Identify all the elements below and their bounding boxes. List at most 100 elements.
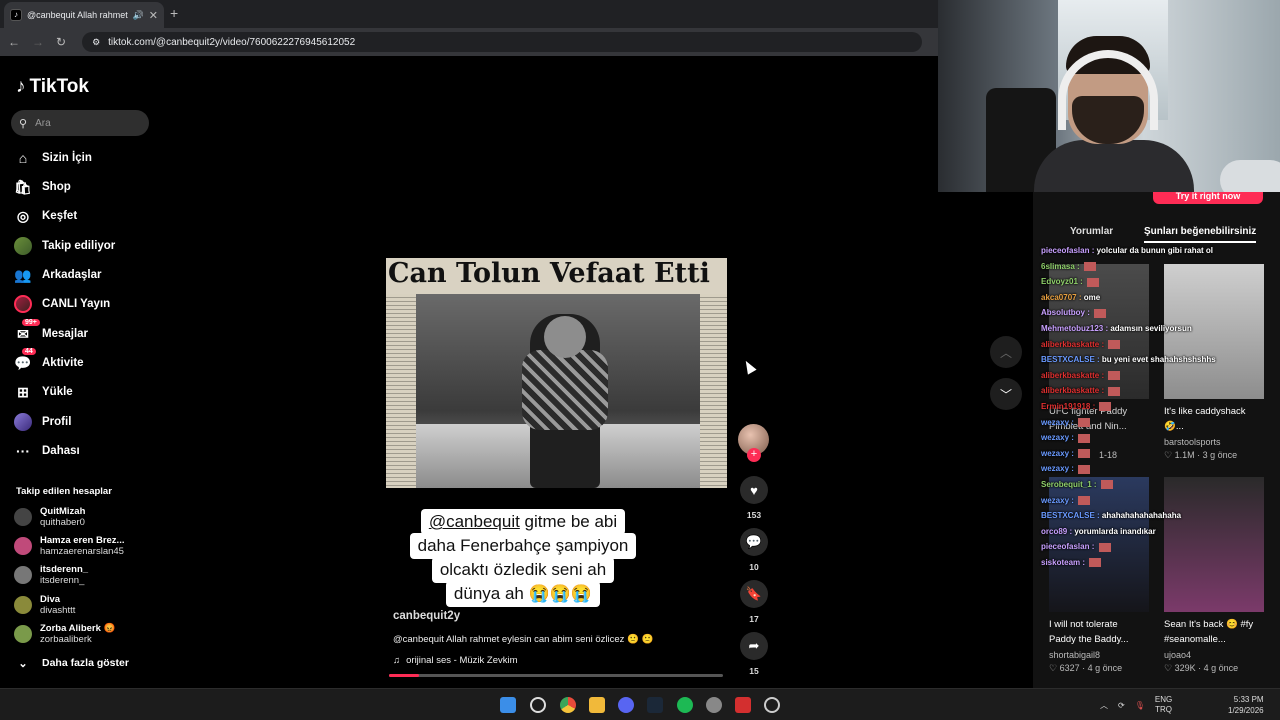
nav-shop[interactable]: 🛍 Shop: [14, 176, 71, 198]
url-text[interactable]: tiktok.com/@canbequit2y/video/7600622276…: [108, 37, 355, 48]
chat-username: Edvoyz01 :: [1041, 277, 1086, 287]
show-more-button[interactable]: ⌄ Daha fazla göster: [14, 652, 129, 674]
suggested-video-user[interactable]: shortabigail8: [1049, 650, 1100, 660]
sync-icon[interactable]: ⟳: [1118, 701, 1125, 710]
heart-icon[interactable]: ♥: [740, 476, 768, 504]
suggested-video-title[interactable]: It's like caddyshack 🤣...: [1164, 404, 1262, 434]
comment-icon[interactable]: 💬: [740, 528, 768, 556]
back-icon[interactable]: ←: [8, 35, 20, 49]
emote-icon: [1078, 464, 1091, 474]
app-icon[interactable]: [735, 697, 751, 713]
chat-message: BESTXCALSE : ahahahahahahahaha: [1041, 511, 1181, 520]
video-progress-bar[interactable]: [389, 674, 723, 677]
account-avatar: [14, 625, 32, 643]
address-bar[interactable]: ⚙ tiktok.com/@canbequit2y/video/76006222…: [82, 32, 923, 52]
suggested-video-thumb[interactable]: [1164, 477, 1264, 612]
nav-more[interactable]: ··· Dahası: [14, 440, 80, 462]
reload-icon[interactable]: ↻: [56, 35, 66, 49]
tab-you-may-like[interactable]: Şunları beğenebilirsiniz: [1144, 226, 1257, 243]
chat-message: orco89 : yorumlarda inandıkar: [1041, 527, 1156, 536]
new-tab-button[interactable]: +: [170, 5, 178, 21]
bookmark-icon[interactable]: 🔖: [740, 580, 768, 608]
comment-action[interactable]: 💬 10: [740, 528, 768, 572]
emote-icon: [1087, 277, 1100, 287]
search-taskbar-icon[interactable]: [530, 697, 546, 713]
chrome-icon[interactable]: [560, 697, 576, 713]
language-indicator[interactable]: ENG TRQ: [1155, 695, 1172, 715]
logo-text: TikTok: [29, 76, 89, 97]
nav-messages[interactable]: ✉ 99+ Mesajlar: [14, 319, 88, 345]
obs-icon[interactable]: [764, 697, 780, 713]
settings-icon[interactable]: [706, 697, 722, 713]
browser-toolbar: ← → ↻ ⚙ tiktok.com/@canbequit2y/video/76…: [0, 28, 938, 56]
browser-tabstrip: ♪ @canbequit Allah rahmet e 🔊 ✕ +: [0, 0, 938, 28]
steam-icon[interactable]: [647, 697, 663, 713]
microphone-icon[interactable]: 🎙: [1135, 701, 1145, 710]
suggested-video-user[interactable]: ujoao4: [1164, 650, 1191, 660]
start-icon[interactable]: [500, 697, 516, 713]
browser-tab[interactable]: ♪ @canbequit Allah rahmet e 🔊 ✕: [4, 2, 164, 28]
spotify-icon[interactable]: [677, 697, 693, 713]
chat-message: aliberkbaskatte :: [1041, 339, 1121, 349]
followed-account[interactable]: QuitMizah quithaber0: [14, 506, 85, 528]
chat-message: siskoteam :: [1041, 558, 1102, 568]
video-player[interactable]: Can Tolun Vefaat Etti: [386, 258, 727, 488]
follow-plus-icon[interactable]: +: [747, 448, 761, 462]
forward-icon[interactable]: →: [32, 35, 44, 49]
nav-for-you[interactable]: ⌂ Sizin İçin: [14, 147, 92, 169]
discord-icon[interactable]: [618, 697, 634, 713]
previous-video-button[interactable]: ︿: [990, 336, 1022, 368]
mouse-cursor: [741, 358, 757, 375]
upload-icon: ⊞: [17, 383, 29, 400]
followed-account[interactable]: Hamza eren Brez... hamzaerenarslan45: [14, 535, 124, 557]
tiktok-logo[interactable]: ♪ TikTok: [16, 76, 89, 98]
speaker-icon[interactable]: 🔊: [133, 10, 144, 21]
chat-username: Ermin191918 :: [1041, 402, 1098, 411]
compass-icon: ◎: [16, 207, 30, 224]
emote-icon: [1108, 339, 1121, 349]
activity-icon: 💬 44: [14, 348, 36, 372]
nav-explore[interactable]: ◎ Keşfet: [14, 205, 77, 227]
share-icon[interactable]: ➦: [740, 632, 768, 660]
chat-message: wezaxy :: [1041, 433, 1091, 443]
suggested-video-user[interactable]: barstoolsports: [1164, 437, 1221, 447]
account-name: itsderenn_: [40, 564, 89, 575]
nav-activity[interactable]: 💬 44 Aktivite: [14, 348, 84, 374]
close-tab-icon[interactable]: ✕: [149, 9, 158, 22]
share-action[interactable]: ➦ 15: [740, 632, 768, 676]
chat-message: wezaxy :: [1041, 464, 1091, 474]
nav-upload[interactable]: ⊞ Yükle: [14, 381, 73, 403]
chat-message: aliberkbaskatte :: [1041, 386, 1121, 396]
live-avatar: [14, 295, 32, 313]
followed-account[interactable]: Diva divashttt: [14, 594, 75, 616]
tab-comments[interactable]: Yorumlar: [1070, 226, 1113, 237]
like-count: 153: [746, 510, 762, 520]
clock[interactable]: 5:33 PM 1/29/2026: [1228, 694, 1264, 716]
nav-friends[interactable]: 👥 Arkadaşlar: [14, 264, 101, 286]
nav-following[interactable]: Takip ediliyor: [14, 235, 115, 257]
search-input[interactable]: ⚲ Ara: [11, 110, 149, 136]
try-it-banner[interactable]: Try it right now: [1153, 192, 1263, 204]
caption-line: olcaktı özledik seni ah: [431, 557, 615, 583]
music-link[interactable]: ♫ orijinal ses - Müzik Zevkim: [393, 655, 518, 666]
chat-username: wezaxy :: [1041, 433, 1077, 443]
nav-profile[interactable]: Profil: [14, 411, 71, 433]
chat-text: ome: [1083, 292, 1101, 302]
next-video-button[interactable]: ﹀: [990, 378, 1022, 410]
chat-username: Serobequit_1 :: [1041, 480, 1099, 489]
nav-live[interactable]: CANLI Yayın: [14, 293, 110, 315]
suggested-video-stats: ♡ 1.1M · 3 g önce: [1164, 450, 1238, 460]
site-info-icon[interactable]: ⚙: [92, 37, 100, 48]
folder-icon[interactable]: [589, 697, 605, 713]
caption-mention: @canbequit: [428, 512, 520, 531]
chevron-up-icon[interactable]: ︿: [1100, 700, 1108, 711]
followed-account[interactable]: itsderenn_ itsderenn_: [14, 564, 88, 586]
nav-label: Profil: [42, 416, 72, 428]
followed-account[interactable]: Zorba Aliberk 😡 zorbaaliberk: [14, 623, 115, 645]
suggested-video-title[interactable]: I will not tolerate Paddy the Baddy...: [1049, 617, 1147, 647]
save-action[interactable]: 🔖 17: [740, 580, 768, 624]
video-author[interactable]: canbequit2y: [393, 610, 460, 622]
like-action[interactable]: ♥ 153: [740, 476, 768, 520]
suggested-video-title[interactable]: Sean It's back 😊 #fy #seanomalle...: [1164, 617, 1262, 647]
chat-message: pieceofaslan :: [1041, 542, 1111, 552]
